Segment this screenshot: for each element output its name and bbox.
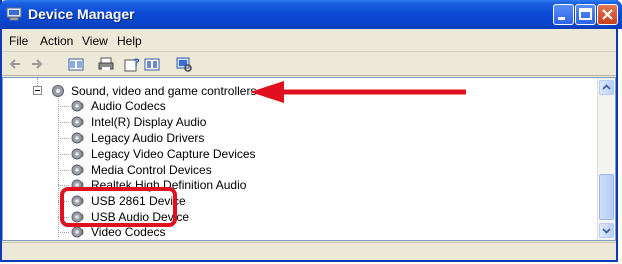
- forward-icon[interactable]: [28, 56, 44, 72]
- audio-device-icon: [71, 116, 84, 128]
- menu-bar: File Action View Help: [2, 29, 616, 51]
- toolbar: ?: [2, 51, 616, 76]
- audio-device-icon: [71, 226, 84, 238]
- tree-line: [58, 96, 59, 237]
- close-button[interactable]: [597, 4, 618, 25]
- view-icon[interactable]: [144, 56, 160, 72]
- annotation-arrow-icon: [250, 81, 466, 103]
- vertical-scrollbar[interactable]: [597, 78, 615, 240]
- scrollbar-thumb[interactable]: [599, 174, 614, 220]
- menu-action[interactable]: Action: [40, 34, 73, 48]
- window-title: Device Manager: [28, 6, 135, 22]
- audio-device-icon: [71, 164, 84, 176]
- svg-text:?: ?: [133, 57, 140, 69]
- scroll-down-button[interactable]: [599, 223, 614, 238]
- highlight-box: [60, 187, 177, 227]
- print-icon[interactable]: [98, 56, 114, 72]
- audio-device-icon: [71, 100, 84, 112]
- close-icon: [602, 9, 613, 20]
- maximize-button[interactable]: [575, 4, 596, 25]
- minimize-icon: [558, 17, 565, 20]
- menu-view[interactable]: View: [82, 34, 108, 48]
- back-icon[interactable]: [8, 56, 24, 72]
- scroll-up-button[interactable]: [599, 80, 614, 95]
- audio-device-icon: [71, 148, 84, 160]
- properties-view-icon[interactable]: [68, 56, 84, 72]
- chevron-up-icon: [602, 84, 611, 90]
- tree-line: [37, 78, 38, 86]
- collapse-toggle[interactable]: [33, 86, 42, 95]
- menu-file[interactable]: File: [9, 34, 28, 48]
- maximize-icon: [579, 8, 592, 20]
- speaker-icon: [52, 85, 64, 97]
- scan-hardware-icon[interactable]: [176, 56, 192, 72]
- menu-help[interactable]: Help: [117, 34, 142, 48]
- computer-icon: [6, 7, 22, 21]
- title-bar[interactable]: Device Manager: [0, 0, 622, 29]
- audio-device-icon: [71, 132, 84, 144]
- status-bar: [2, 242, 616, 260]
- chevron-down-icon: [602, 228, 611, 234]
- minimize-button[interactable]: [553, 4, 574, 25]
- help-icon[interactable]: ?: [124, 56, 140, 72]
